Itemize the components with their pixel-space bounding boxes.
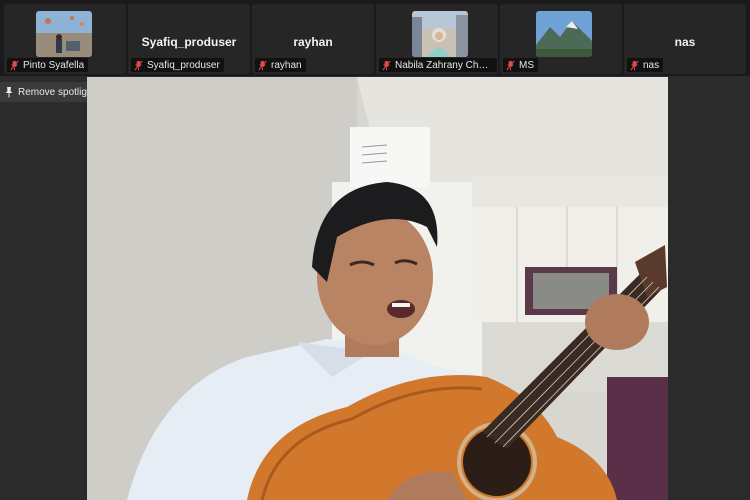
- spotlight-video[interactable]: [87, 77, 668, 500]
- participant-name: rayhan: [271, 59, 302, 71]
- spotlight-video-frame: [87, 77, 668, 500]
- participant-label: Pinto Syafella: [7, 58, 89, 72]
- participant-display-name: Syafiq_produser: [141, 35, 237, 49]
- participant-name: nas: [643, 59, 660, 71]
- participant-tile-rayhan[interactable]: rayhan rayhan: [252, 4, 374, 74]
- participant-display-name: rayhan: [293, 35, 333, 49]
- muted-mic-icon: [10, 60, 19, 70]
- muted-mic-icon: [382, 60, 391, 70]
- participant-name: Pinto Syafella: [23, 59, 85, 71]
- participant-label: Nabila Zahrany Choir...: [379, 58, 497, 72]
- muted-mic-icon: [258, 60, 267, 70]
- participant-tile-nas[interactable]: nas nas: [624, 4, 746, 74]
- participant-video-thumbnail: [536, 11, 592, 57]
- participant-name: Nabila Zahrany Choir...: [395, 59, 493, 71]
- muted-mic-icon: [506, 60, 515, 70]
- participant-tile-pinto[interactable]: Pinto Syafella: [4, 4, 126, 74]
- participant-tile-nabila[interactable]: Nabila Zahrany Choir...: [376, 4, 498, 74]
- participant-video-thumbnail: [36, 11, 92, 57]
- participant-label: Syafiq_produser: [131, 58, 224, 72]
- participant-name: MS: [519, 59, 534, 71]
- participant-video-thumbnail: [412, 11, 468, 57]
- participant-label: rayhan: [255, 58, 306, 72]
- participant-name: Syafiq_produser: [147, 59, 220, 71]
- pin-icon: [5, 87, 13, 98]
- muted-mic-icon: [134, 60, 143, 70]
- participant-tile-syafiq[interactable]: Syafiq_produser Syafiq_produser: [128, 4, 250, 74]
- participant-label: MS: [503, 58, 538, 72]
- remove-spotlight-label: Remove spotlight: [18, 86, 96, 98]
- participant-display-name: nas: [674, 35, 696, 49]
- participant-tile-ms[interactable]: MS: [500, 4, 622, 74]
- participant-strip: Pinto Syafella Syafiq_produser Syafiq_pr…: [0, 0, 750, 76]
- muted-mic-icon: [630, 60, 639, 70]
- participant-label: nas: [627, 58, 664, 72]
